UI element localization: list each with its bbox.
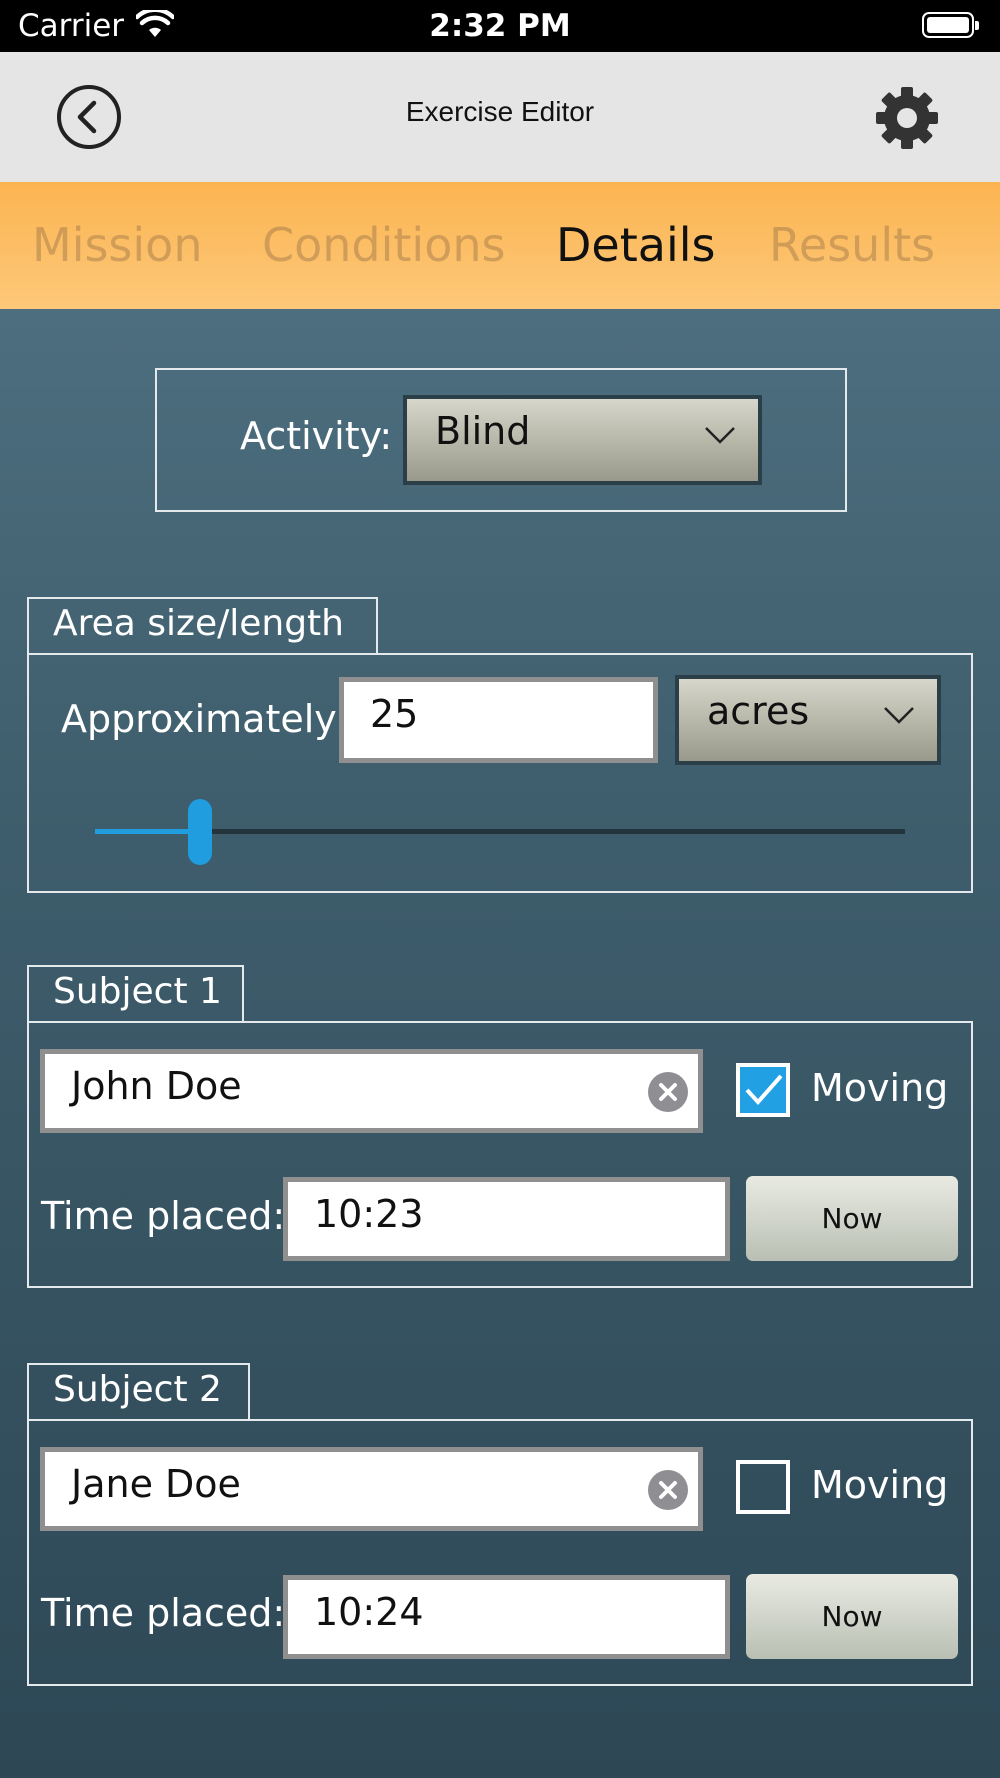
gear-icon [876, 87, 938, 149]
subject-2-time-input[interactable]: 10:24 [283, 1575, 730, 1659]
subject-2-now-button[interactable]: Now [746, 1574, 958, 1659]
status-time: 2:32 PM [429, 8, 571, 44]
area-value-input[interactable]: 25 [339, 677, 658, 763]
subject-2-moving-label: Moving [811, 1463, 949, 1507]
subject-1-moving-label: Moving [811, 1066, 949, 1110]
clear-icon[interactable] [648, 1470, 688, 1510]
area-legend-text: Area size/length [53, 603, 344, 644]
unit-select[interactable]: acres [675, 675, 941, 765]
subject-1-name-input[interactable]: John Doe [40, 1049, 703, 1133]
exercise-editor-screen: Carrier 2:32 PM Exercise Editor Mission … [0, 0, 1000, 1778]
tab-conditions[interactable]: Conditions [262, 218, 505, 272]
tab-results[interactable]: Results [769, 218, 935, 272]
subject-1-time-label: Time placed: [41, 1194, 286, 1238]
tab-bar: Mission Conditions Details Results [0, 182, 1000, 309]
area-value: 25 [370, 692, 419, 736]
subject-1-time-input[interactable]: 10:23 [283, 1177, 730, 1261]
chevron-down-icon [705, 427, 735, 444]
subject-2-time-label: Time placed: [41, 1591, 286, 1635]
subject-2-legend-text: Subject 2 [53, 1369, 222, 1410]
tab-details[interactable]: Details [556, 218, 715, 272]
subject-1-legend-text: Subject 1 [53, 971, 222, 1012]
area-slider-fill [95, 829, 201, 834]
clear-icon[interactable] [648, 1072, 688, 1112]
battery-icon [922, 12, 979, 38]
subject-2-legend: Subject 2 [27, 1363, 250, 1420]
status-bar: Carrier 2:32 PM [0, 0, 1000, 52]
activity-label: Activity: [240, 414, 393, 458]
subject-2-name: Jane Doe [71, 1462, 241, 1506]
tab-mission[interactable]: Mission [32, 218, 202, 272]
area-slider-track[interactable] [95, 829, 905, 834]
chevron-down-icon [884, 707, 914, 724]
settings-button[interactable] [873, 84, 941, 152]
subject-1-name: John Doe [71, 1064, 242, 1108]
unit-value: acres [707, 689, 810, 733]
subject-2-time: 10:24 [314, 1590, 424, 1634]
subject-1-legend: Subject 1 [27, 965, 244, 1022]
area-slider-thumb[interactable] [188, 799, 213, 865]
approximately-label: Approximately [61, 697, 337, 741]
checkmark-icon [745, 1074, 783, 1105]
subject-1-time: 10:23 [314, 1192, 424, 1236]
area-legend: Area size/length [27, 597, 378, 654]
subject-2-name-input[interactable]: Jane Doe [40, 1447, 703, 1531]
subject-1-moving-checkbox[interactable] [736, 1063, 790, 1117]
subject-2-moving-checkbox[interactable] [736, 1460, 790, 1514]
page-title: Exercise Editor [405, 96, 595, 127]
activity-value: Blind [435, 409, 531, 453]
subject-1-now-button[interactable]: Now [746, 1176, 958, 1261]
activity-select[interactable]: Blind [403, 395, 762, 485]
nav-bar: Exercise Editor [0, 52, 1000, 182]
